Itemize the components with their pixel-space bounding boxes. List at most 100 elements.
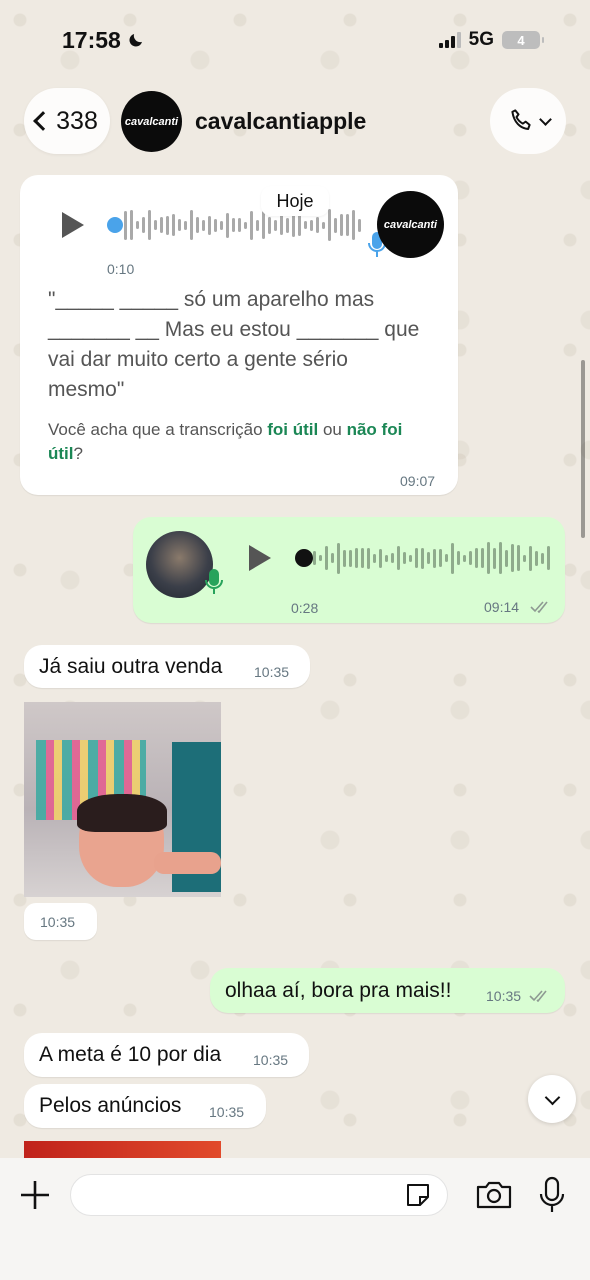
waveform-bar <box>385 554 388 562</box>
status-bar: 17:58 5G 4 <box>0 0 590 80</box>
battery-icon: 4 <box>502 31 544 49</box>
battery-level: 4 <box>517 32 525 48</box>
waveform-bar <box>409 554 412 562</box>
waveform-bar <box>373 553 376 563</box>
message-input[interactable] <box>70 1174 448 1216</box>
waveform-bar <box>337 542 340 574</box>
waveform-bar <box>367 547 370 569</box>
waveform-bar <box>274 219 277 231</box>
waveform-bar <box>523 554 526 562</box>
call-button[interactable] <box>490 88 566 154</box>
waveform-bar <box>202 219 205 231</box>
mic-icon[interactable] <box>538 1176 566 1214</box>
waveform-bar <box>517 545 520 571</box>
chevron-down-icon <box>538 112 552 126</box>
waveform-bar <box>340 214 343 236</box>
contact-name[interactable]: cavalcantiapple <box>195 108 366 135</box>
waveform-bar <box>421 547 424 569</box>
transcript-text: "_____ _____ só um aparelho mas _______ … <box>48 288 420 401</box>
message-text: Pelos anúncios <box>39 1094 182 1117</box>
message-incoming[interactable]: Pelos anúncios 10:35 <box>24 1084 266 1128</box>
waveform-bar <box>463 554 466 562</box>
check-double-icon <box>529 990 547 1002</box>
voice-message-outgoing[interactable]: 0:28 09:14 <box>133 517 565 623</box>
phone-icon <box>510 109 531 130</box>
waveform-bar <box>391 553 394 563</box>
scroll-down-button[interactable] <box>528 1075 576 1123</box>
waveform-bar <box>304 221 307 229</box>
message-outgoing[interactable]: olhaa aí, bora pra mais!! 10:35 <box>210 968 565 1013</box>
waveform-bar <box>445 554 448 562</box>
check-double-icon <box>530 601 548 613</box>
waveform-bar <box>268 216 271 234</box>
message-time: 10:35 <box>40 914 76 930</box>
status-right: 5G 4 <box>438 29 544 51</box>
waveform-bar <box>124 210 127 240</box>
photo-message[interactable] <box>24 702 221 897</box>
message-time: 09:07 <box>400 473 436 489</box>
waveform-bar <box>130 210 133 240</box>
scrollbar-thumb[interactable] <box>581 360 585 538</box>
waveform-bar <box>160 217 163 233</box>
waveform-bar <box>325 546 328 570</box>
chevron-down-icon <box>544 1089 560 1105</box>
waveform-bar <box>358 218 361 232</box>
waveform-bar <box>208 215 211 235</box>
waveform-bar <box>493 547 496 569</box>
plus-icon[interactable] <box>19 1179 51 1211</box>
waveform-bar <box>262 211 265 239</box>
avatar-logo-text: cavalcanti <box>124 115 179 128</box>
sticker-icon[interactable] <box>403 1180 433 1210</box>
camera-icon[interactable] <box>475 1179 513 1211</box>
message-time: 10:35 <box>253 1052 289 1068</box>
waveform-bar <box>505 549 508 567</box>
playback-dot[interactable] <box>107 217 123 233</box>
play-icon[interactable] <box>62 212 84 238</box>
back-button[interactable]: 338 <box>24 88 110 154</box>
waveform-bar <box>487 542 490 574</box>
chat-header: 338 cavalcanti cavalcantiapple <box>0 88 590 156</box>
waveform-bar <box>238 218 241 232</box>
waveform-bar <box>232 218 235 232</box>
sender-avatar-text: cavalcanti <box>383 218 438 231</box>
waveform-bar <box>310 219 313 231</box>
message-text: olhaa aí, bora pra mais!! <box>225 979 452 1002</box>
message-time: 10:35 <box>254 664 290 680</box>
play-icon[interactable] <box>249 545 271 571</box>
feedback-yes-link[interactable]: foi útil <box>267 420 318 439</box>
waveform-bar <box>256 219 259 231</box>
waveform-bar <box>511 544 514 572</box>
composer-bar <box>0 1158 590 1280</box>
photo-time-chip: 10:35 <box>24 903 97 940</box>
waveform-bar <box>298 214 301 236</box>
feedback-suffix: ? <box>73 444 83 463</box>
waveform-bar <box>481 548 484 568</box>
waveform-bar <box>220 220 223 230</box>
waveform-bar <box>343 549 346 567</box>
waveform-bar <box>313 551 316 565</box>
waveform-bar <box>172 214 175 236</box>
moon-icon <box>129 34 142 47</box>
chevron-left-icon <box>33 111 54 131</box>
waveform-bar <box>475 548 478 568</box>
waveform-bar <box>469 551 472 565</box>
sender-avatar: cavalcanti <box>377 191 444 258</box>
waveform-bar <box>349 549 352 567</box>
waveform-bar <box>190 210 193 240</box>
message-incoming[interactable]: Já saiu outra venda 10:35 <box>24 645 310 688</box>
feedback-prefix: Você acha que a transcrição <box>48 420 268 439</box>
voice-duration: 0:10 <box>107 261 135 277</box>
waveform-bar <box>226 212 229 238</box>
voice-duration: 0:28 <box>291 600 319 616</box>
waveform-bar <box>352 210 355 240</box>
waveform-bar <box>250 210 253 240</box>
message-incoming[interactable]: A meta é 10 por dia 10:35 <box>24 1033 309 1077</box>
playback-dot[interactable] <box>295 549 313 567</box>
waveform[interactable] <box>313 541 550 575</box>
photo-arm <box>154 852 221 874</box>
waveform-bar <box>427 552 430 564</box>
contact-avatar[interactable]: cavalcanti <box>121 91 182 152</box>
waveform-bar <box>166 215 169 235</box>
voice-message-incoming[interactable]: cavalcanti 0:10 "_____ _____ só um apare… <box>20 175 458 495</box>
waveform-bar <box>439 549 442 567</box>
